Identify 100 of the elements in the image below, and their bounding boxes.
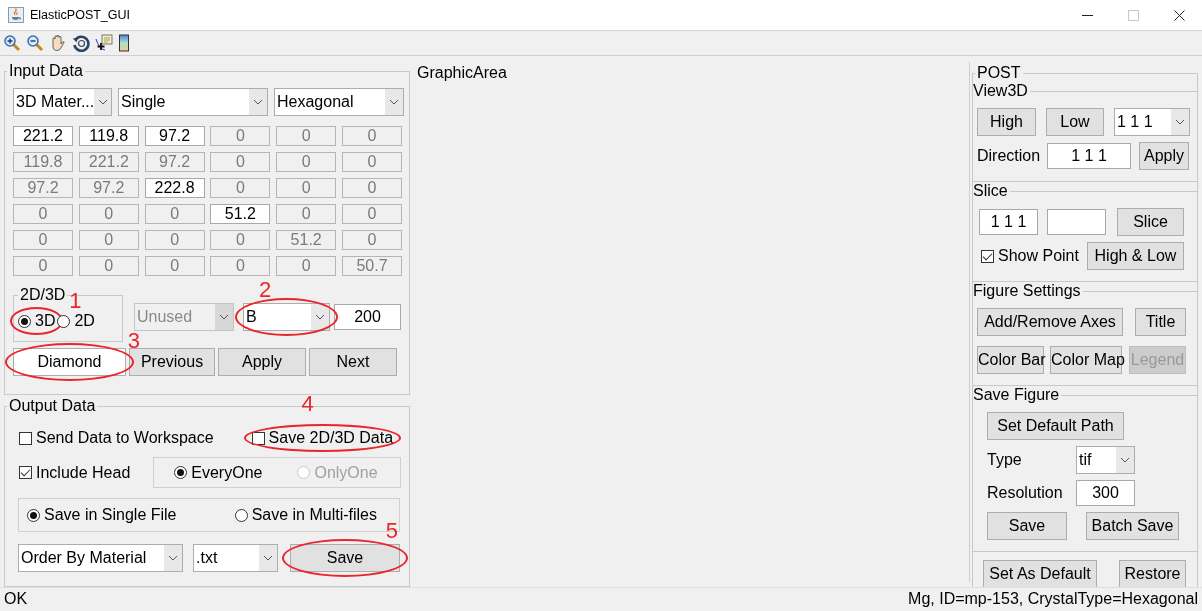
input-field[interactable]: 200	[334, 304, 401, 330]
dropdown[interactable]: tif	[1076, 446, 1135, 474]
button[interactable]: Low	[1046, 108, 1104, 136]
panel-title: GraphicArea	[417, 64, 507, 82]
gradient-bar-icon[interactable]	[118, 34, 130, 52]
button[interactable]: Next	[309, 348, 397, 376]
zoom-in-icon[interactable]	[3, 34, 21, 52]
button[interactable]: Color Bar	[977, 346, 1044, 374]
input-field[interactable]: 0	[78, 256, 139, 276]
input-field[interactable]: 0	[210, 230, 271, 250]
input-field[interactable]	[1047, 209, 1106, 235]
input-field[interactable]: 0	[78, 230, 139, 250]
input-field[interactable]: 0	[210, 256, 271, 276]
input-field[interactable]: 0	[13, 256, 73, 276]
hand-icon[interactable]	[49, 34, 67, 52]
group-title: Save Figure	[972, 386, 1061, 404]
input-field[interactable]: 51.2	[210, 204, 271, 224]
button[interactable]: Apply	[1139, 142, 1189, 170]
input-field[interactable]: 119.8	[78, 126, 139, 146]
dropdown[interactable]: .txt	[193, 544, 278, 572]
button[interactable]: Set Default Path	[987, 412, 1124, 440]
input-field[interactable]: 97.2	[78, 178, 139, 198]
zoom-out-icon[interactable]	[26, 34, 44, 52]
radio-button[interactable]: 3D	[18, 312, 56, 330]
input-field[interactable]: 0	[13, 204, 73, 224]
group-title: POST	[976, 64, 1022, 82]
button[interactable]: Add/Remove Axes	[977, 308, 1123, 336]
field-label: Resolution	[987, 484, 1064, 502]
app-icon	[8, 7, 24, 23]
input-field[interactable]: 51.2	[276, 230, 337, 250]
group-title: Slice	[972, 182, 1009, 200]
checkbox[interactable]: Include Head	[19, 463, 131, 482]
radio-button[interactable]: Save in Multi-files	[234, 506, 377, 524]
radio-button[interactable]: EveryOne	[174, 463, 263, 482]
caret-icon	[215, 304, 233, 330]
caret-icon	[1116, 447, 1134, 473]
caret-icon	[1171, 109, 1189, 135]
button[interactable]: High	[977, 108, 1036, 136]
dropdown[interactable]: 3D Mater...	[13, 88, 112, 116]
status-text: OK	[4, 590, 28, 608]
input-field[interactable]: 0	[276, 126, 337, 146]
input-field[interactable]: 0	[210, 178, 271, 198]
input-field[interactable]: 0	[13, 230, 73, 250]
button[interactable]: Previous	[129, 348, 215, 376]
dropdown[interactable]: Hexagonal	[274, 88, 404, 116]
dropdown[interactable]: Order By Material	[18, 544, 183, 572]
cursor-note-icon[interactable]	[95, 34, 113, 52]
button[interactable]: Save	[290, 544, 400, 572]
dropdown[interactable]: B	[243, 303, 330, 331]
input-field[interactable]: 0	[144, 230, 205, 250]
input-field[interactable]: 0	[342, 204, 402, 224]
button[interactable]: Apply	[218, 348, 306, 376]
group-title: Input Data	[8, 62, 84, 80]
group-title: View3D	[972, 82, 1029, 100]
input-field[interactable]: 0	[144, 204, 205, 224]
input-field[interactable]: 97.2	[144, 152, 205, 172]
button[interactable]: Batch Save	[1086, 512, 1179, 540]
button[interactable]: Diamond	[13, 348, 126, 376]
button[interactable]: Restore	[1119, 560, 1186, 588]
input-field[interactable]: 119.8	[13, 152, 73, 172]
input-field[interactable]: 0	[276, 178, 337, 198]
input-field[interactable]: 221.2	[13, 126, 73, 146]
field-label: Direction	[977, 147, 1042, 165]
group-title: 2D/3D	[19, 286, 67, 304]
input-field[interactable]: 0	[342, 152, 402, 172]
input-field[interactable]: 0	[276, 152, 337, 172]
input-field[interactable]: 0	[78, 204, 139, 224]
checkbox[interactable]: Save 2D/3D Data	[251, 429, 394, 447]
close-icon[interactable]	[1174, 9, 1185, 21]
input-field[interactable]: 222.8	[144, 178, 205, 198]
input-field[interactable]: 0	[276, 204, 337, 224]
input-field[interactable]: 97.2	[144, 126, 205, 146]
input-field[interactable]: 221.2	[78, 152, 139, 172]
button[interactable]: Slice	[1117, 208, 1184, 236]
button[interactable]: High & Low	[1086, 242, 1184, 270]
caret-icon	[311, 304, 329, 330]
input-field[interactable]: 300	[1076, 480, 1135, 506]
input-field[interactable]: 0	[144, 256, 205, 276]
radio-button[interactable]: Save in Single File	[27, 506, 177, 524]
radio-button[interactable]: 2D	[57, 312, 95, 330]
button[interactable]: Title	[1135, 308, 1186, 336]
input-field[interactable]: 0	[342, 178, 402, 198]
dropdown[interactable]: Single	[118, 88, 268, 116]
annotation-number: 2	[259, 279, 272, 301]
checkbox[interactable]: Send Data to Workspace	[19, 429, 214, 447]
input-field[interactable]: 0	[276, 256, 337, 276]
input-field[interactable]: 0	[342, 126, 402, 146]
dropdown[interactable]: 1 1 1	[1114, 108, 1190, 136]
rotate-icon[interactable]	[72, 34, 90, 52]
input-field[interactable]: 0	[342, 230, 402, 250]
input-field[interactable]: 0	[210, 126, 271, 146]
group-title: Output Data	[8, 397, 97, 415]
input-field[interactable]: 0	[210, 152, 271, 172]
input-field[interactable]: 1 1 1	[979, 209, 1038, 235]
button[interactable]: Save	[987, 512, 1067, 540]
input-field[interactable]: 50.7	[342, 256, 402, 276]
button[interactable]: Set As Default	[983, 560, 1097, 588]
input-field[interactable]: 1 1 1	[1047, 143, 1131, 169]
checkbox[interactable]: Show Point	[981, 247, 1079, 265]
input-field[interactable]: 97.2	[13, 178, 73, 198]
